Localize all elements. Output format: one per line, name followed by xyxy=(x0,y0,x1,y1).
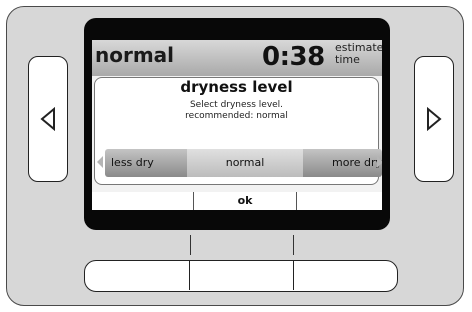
cycle-name: normal xyxy=(95,43,175,67)
softkey-label-right xyxy=(296,192,382,210)
estimated-time-label: estimated time xyxy=(335,41,382,66)
softkey-labels: ok xyxy=(92,192,382,210)
softkey-label-ok: ok xyxy=(193,192,297,210)
softkey-button-bar xyxy=(84,260,398,292)
option-less-dry[interactable]: less dry xyxy=(111,149,154,177)
dryness-option-strip: less dry normal more dry xyxy=(105,149,382,177)
scroll-right-caret-icon xyxy=(377,156,382,168)
option-more-dry[interactable]: more dry xyxy=(332,149,382,177)
right-arrow-button[interactable] xyxy=(414,56,454,182)
dialog-title: dryness level xyxy=(180,78,293,96)
softkey-button-right[interactable] xyxy=(295,261,396,290)
estimated-time-value: 0:38 xyxy=(262,42,325,72)
softkey-divider-line xyxy=(190,235,191,255)
left-arrow-button[interactable] xyxy=(28,56,68,182)
triangle-right-icon xyxy=(427,107,442,131)
softkey-button-ok[interactable] xyxy=(191,261,294,290)
scroll-left-caret-icon xyxy=(97,156,103,168)
triangle-left-icon xyxy=(40,107,55,131)
dialog-message: Select dryness level. recommended: norma… xyxy=(185,100,288,121)
softkey-label-left xyxy=(92,192,192,210)
option-normal-selected[interactable]: normal xyxy=(187,149,303,177)
dryness-level-dialog: dryness level Select dryness level. reco… xyxy=(94,77,382,185)
status-bar: normal 0:38 estimated time xyxy=(92,40,382,76)
softkey-divider-line xyxy=(293,235,294,255)
softkey-button-left[interactable] xyxy=(85,261,190,290)
display-screen: normal 0:38 estimated time dryness level… xyxy=(92,40,382,210)
